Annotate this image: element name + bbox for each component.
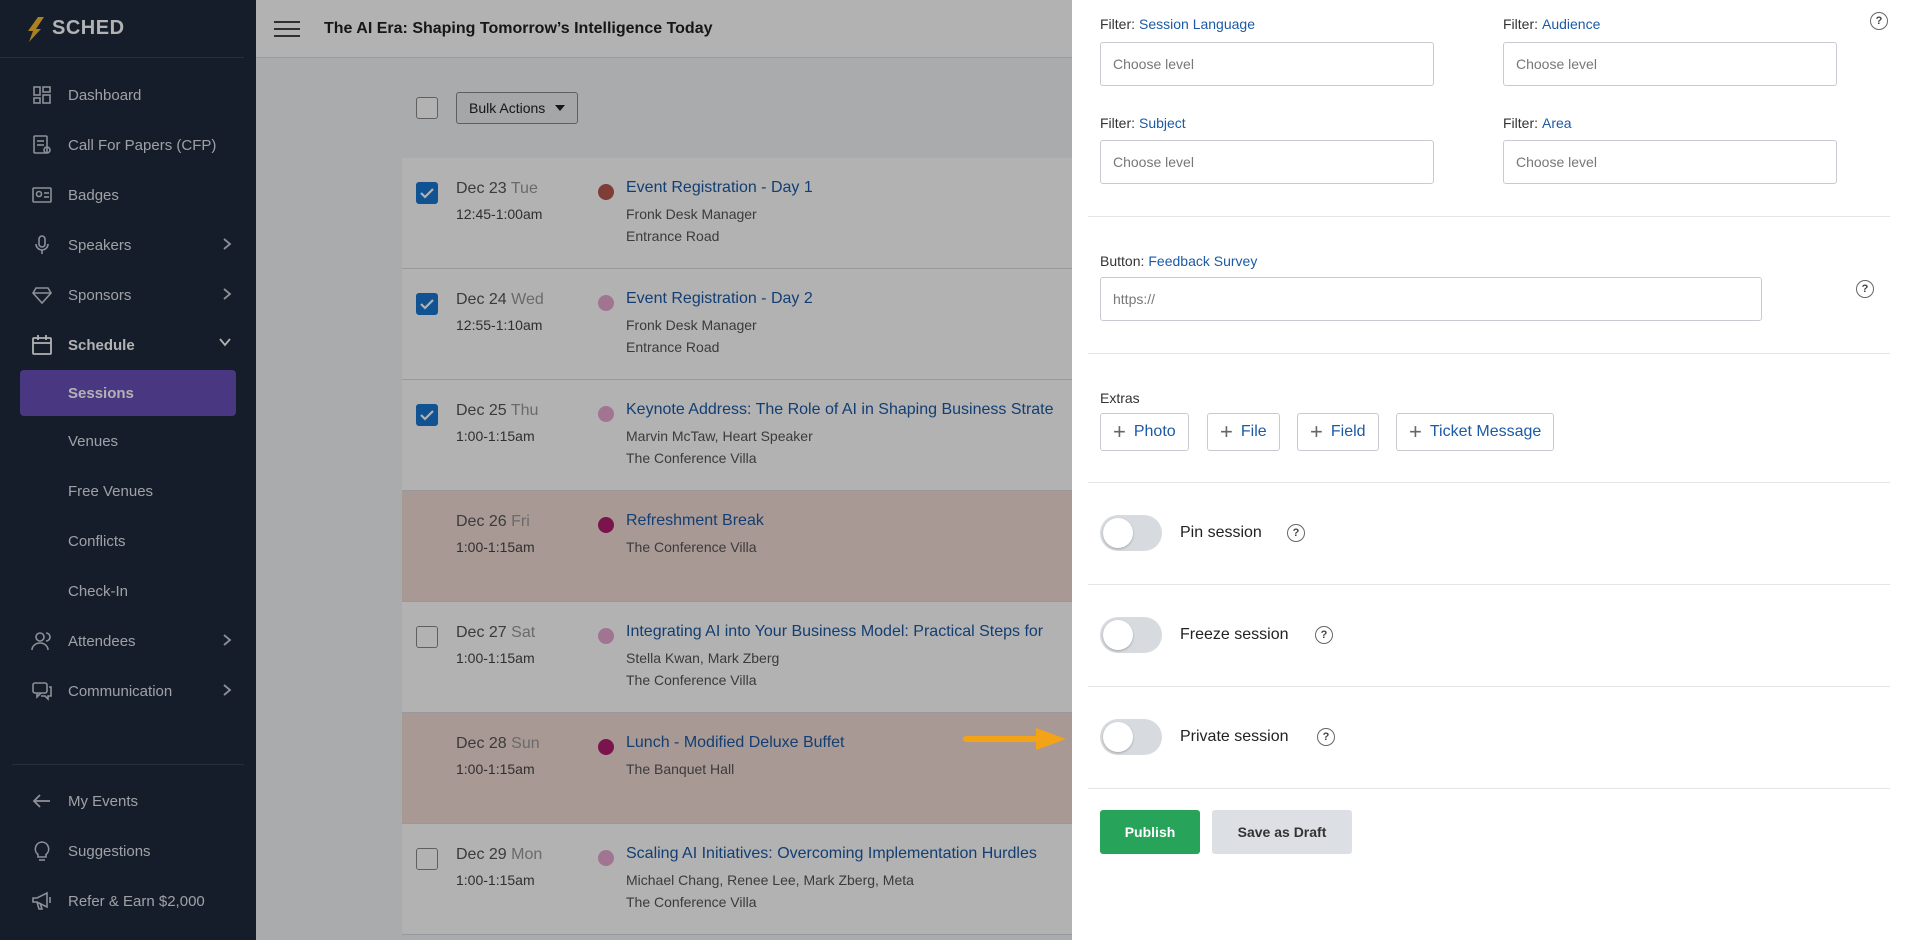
section-divider	[1088, 788, 1890, 789]
toggle-knob	[1103, 722, 1133, 752]
add-field-button[interactable]: + Field	[1297, 413, 1379, 451]
button-prefix: Button:	[1100, 253, 1145, 269]
filter-name: Subject	[1139, 115, 1186, 131]
filter-name: Area	[1542, 115, 1572, 131]
feedback-survey-url-input[interactable]: https://	[1100, 277, 1762, 321]
help-icon[interactable]: ?	[1870, 12, 1888, 30]
private-session-toggle[interactable]	[1100, 719, 1162, 755]
session-language-select[interactable]: Choose level	[1100, 42, 1434, 86]
filter-prefix: Filter:	[1503, 115, 1538, 131]
help-icon[interactable]: ?	[1317, 728, 1335, 746]
add-photo-button[interactable]: + Photo	[1100, 413, 1189, 451]
section-divider	[1088, 353, 1890, 354]
filter-prefix: Filter:	[1100, 115, 1135, 131]
pin-session-label: Pin session	[1180, 524, 1262, 541]
extra-label: File	[1240, 423, 1267, 440]
filter-prefix: Filter:	[1503, 16, 1538, 32]
add-file-button[interactable]: + File	[1207, 413, 1280, 451]
add-ticket-message-button[interactable]: + Ticket Message	[1396, 413, 1555, 451]
save-as-draft-button[interactable]: Save as Draft	[1212, 810, 1352, 854]
freeze-session-label: Freeze session	[1180, 626, 1289, 643]
pin-session-toggle[interactable]	[1100, 515, 1162, 551]
filter-name: Audience	[1542, 16, 1601, 32]
plus-icon: +	[1113, 419, 1126, 444]
session-edit-panel: Filter: Session Language Choose level Fil…	[1072, 0, 1908, 940]
button-name: Feedback Survey	[1148, 253, 1258, 269]
help-icon[interactable]: ?	[1856, 280, 1874, 298]
button-label: Button: Feedback Survey	[1100, 253, 1257, 269]
filter-label-area: Filter: Area	[1503, 115, 1572, 131]
plus-icon: +	[1310, 419, 1323, 444]
toggle-knob	[1103, 518, 1133, 548]
extras-label: Extras	[1100, 390, 1140, 406]
toggle-knob	[1103, 620, 1133, 650]
help-icon[interactable]: ?	[1315, 626, 1333, 644]
plus-icon: +	[1220, 419, 1233, 444]
section-divider	[1088, 482, 1890, 483]
extra-label: Photo	[1133, 423, 1176, 440]
freeze-session-toggle[interactable]	[1100, 617, 1162, 653]
extra-label: Ticket Message	[1429, 423, 1542, 440]
section-divider	[1088, 686, 1890, 687]
area-select[interactable]: Choose level	[1503, 140, 1837, 184]
help-icon[interactable]: ?	[1287, 524, 1305, 542]
plus-icon: +	[1409, 419, 1422, 444]
audience-select[interactable]: Choose level	[1503, 42, 1837, 86]
private-session-label: Private session	[1180, 728, 1289, 745]
subject-select[interactable]: Choose level	[1100, 140, 1434, 184]
extra-label: Field	[1330, 423, 1366, 440]
annotation-arrow-icon	[963, 728, 1066, 750]
filter-prefix: Filter:	[1100, 16, 1135, 32]
section-divider	[1088, 584, 1890, 585]
filter-label-audience: Filter: Audience	[1503, 16, 1600, 32]
filter-label-subject: Filter: Subject	[1100, 115, 1186, 131]
section-divider	[1088, 216, 1890, 217]
filter-name: Session Language	[1139, 16, 1255, 32]
modal-backdrop[interactable]	[0, 0, 1072, 940]
publish-button[interactable]: Publish	[1100, 810, 1200, 854]
filter-label-session-language: Filter: Session Language	[1100, 16, 1255, 32]
